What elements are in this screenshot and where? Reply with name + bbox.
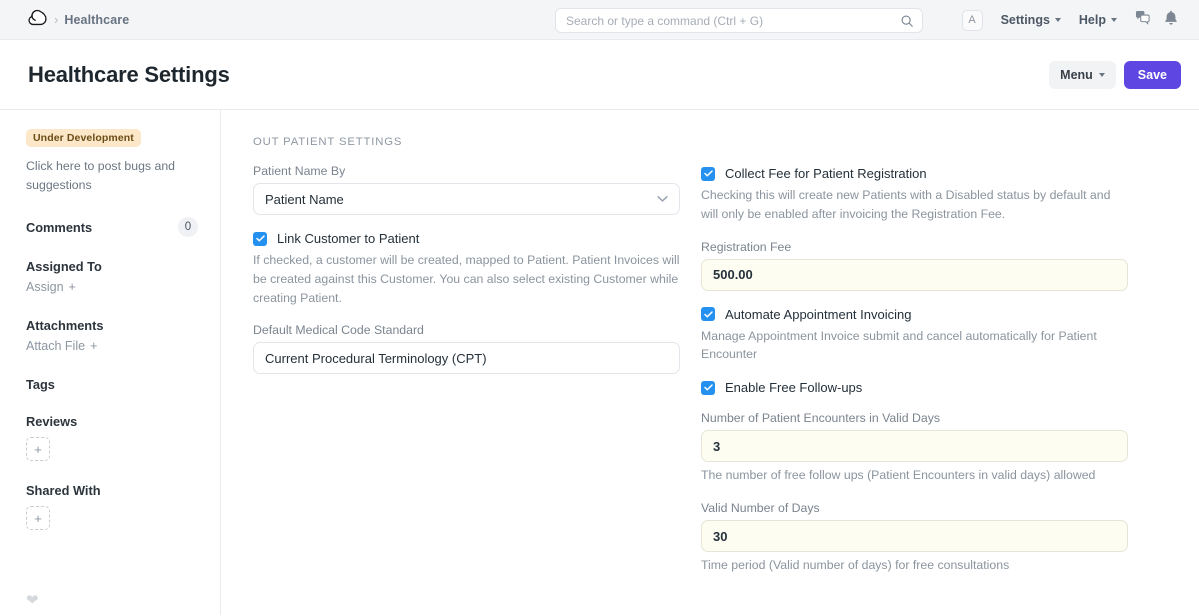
reviews-label: Reviews xyxy=(26,414,198,429)
top-navbar: › Healthcare A Settings Help xyxy=(0,0,1199,40)
breadcrumb-separator-icon: › xyxy=(54,13,58,26)
help-dropdown[interactable]: Help xyxy=(1073,9,1123,31)
encounters-label: Number of Patient Encounters in Valid Da… xyxy=(701,411,1128,425)
link-customer-label: Link Customer to Patient xyxy=(277,231,419,246)
chat-button[interactable] xyxy=(1129,6,1157,34)
sidebar-section-shared-with: Shared With + xyxy=(26,483,198,530)
assign-button[interactable]: Assign + xyxy=(26,280,76,294)
tags-label: Tags xyxy=(26,377,198,392)
patient-name-by-select-wrap: Patient Name xyxy=(253,183,680,215)
page-title: Healthcare Settings xyxy=(28,62,230,88)
sidebar: Under Development Click here to post bug… xyxy=(0,110,221,615)
link-customer-check-row[interactable]: Link Customer to Patient xyxy=(253,231,680,246)
form-column-right: Collect Fee for Patient Registration Che… xyxy=(701,164,1128,591)
medical-code-input[interactable]: Current Procedural Terminology (CPT) xyxy=(253,342,680,374)
navbar-left: › Healthcare xyxy=(22,6,129,34)
chevron-down-icon xyxy=(1055,18,1061,22)
registration-fee-label: Registration Fee xyxy=(701,240,1128,254)
help-label: Help xyxy=(1079,13,1106,27)
automate-invoicing-help-text: Manage Appointment Invoice submit and ca… xyxy=(701,327,1128,365)
breadcrumb-healthcare[interactable]: Healthcare xyxy=(64,13,129,27)
field-patient-encounters: Number of Patient Encounters in Valid Da… xyxy=(701,411,1128,485)
form-column-left: Patient Name By Patient Name xyxy=(253,164,680,591)
valid-days-help-text: Time period (Valid number of days) for f… xyxy=(701,556,1128,575)
encounters-input[interactable]: 3 xyxy=(701,430,1128,462)
patient-name-by-select[interactable]: Patient Name xyxy=(253,183,680,215)
form-columns: Patient Name By Patient Name xyxy=(253,164,1149,591)
heart-icon[interactable]: ❤ xyxy=(26,591,39,609)
add-shared-user-button[interactable]: + xyxy=(26,506,50,530)
medical-code-label: Default Medical Code Standard xyxy=(253,323,680,337)
automate-invoicing-label: Automate Appointment Invoicing xyxy=(725,307,911,322)
menu-button-label: Menu xyxy=(1060,68,1093,82)
registration-fee-input[interactable]: 500.00 xyxy=(701,259,1128,291)
global-search xyxy=(555,8,923,33)
comments-count-badge: 0 xyxy=(178,217,198,237)
menu-button[interactable]: Menu xyxy=(1049,61,1116,89)
encounters-help-text: The number of free follow ups (Patient E… xyxy=(701,466,1128,485)
search-box[interactable] xyxy=(555,8,923,33)
collect-fee-check-row[interactable]: Collect Fee for Patient Registration xyxy=(701,166,1128,181)
field-patient-name-by: Patient Name By Patient Name xyxy=(253,164,680,215)
bell-icon xyxy=(1164,10,1178,31)
sidebar-section-attachments: Attachments Attach File + xyxy=(26,318,198,355)
page-body: Under Development Click here to post bug… xyxy=(0,110,1199,615)
free-followups-check-row[interactable]: Enable Free Follow-ups xyxy=(701,380,1128,395)
search-icon[interactable] xyxy=(900,14,914,28)
link-customer-checkbox[interactable] xyxy=(253,232,267,246)
automate-invoicing-check-row[interactable]: Automate Appointment Invoicing xyxy=(701,307,1128,322)
chevron-down-icon xyxy=(1099,73,1105,77)
collect-fee-checkbox[interactable] xyxy=(701,167,715,181)
free-followups-label: Enable Free Follow-ups xyxy=(725,380,862,395)
free-followups-checkbox[interactable] xyxy=(701,381,715,395)
attach-file-label: Attach File xyxy=(26,339,85,353)
patient-name-by-label: Patient Name By xyxy=(253,164,680,178)
app-logo-button[interactable] xyxy=(22,6,50,34)
field-valid-number-of-days: Valid Number of Days 30 Time period (Val… xyxy=(701,501,1128,575)
comments-label: Comments xyxy=(26,220,92,235)
sidebar-section-tags: Tags xyxy=(26,377,198,392)
field-default-medical-code-standard: Default Medical Code Standard Current Pr… xyxy=(253,323,680,374)
page-actions: Menu Save xyxy=(1049,61,1181,89)
field-link-customer-to-patient: Link Customer to Patient If checked, a c… xyxy=(253,231,680,307)
search-input[interactable] xyxy=(566,14,900,28)
sidebar-section-reviews: Reviews + xyxy=(26,414,198,461)
valid-days-label: Valid Number of Days xyxy=(701,501,1128,515)
collect-fee-help-text: Checking this will create new Patients w… xyxy=(701,186,1128,224)
settings-form: OUT PATIENT SETTINGS Patient Name By Pat… xyxy=(221,110,1199,615)
avatar[interactable]: A xyxy=(962,10,983,31)
assigned-to-label: Assigned To xyxy=(26,259,198,274)
status-badge: Under Development xyxy=(26,129,141,147)
attach-file-button[interactable]: Attach File + xyxy=(26,339,97,353)
settings-label: Settings xyxy=(1001,13,1050,27)
valid-days-input[interactable]: 30 xyxy=(701,520,1128,552)
navbar-right: A Settings Help xyxy=(962,0,1185,40)
save-button[interactable]: Save xyxy=(1124,61,1181,89)
link-customer-help-text: If checked, a customer will be created, … xyxy=(253,251,680,307)
field-enable-free-followups: Enable Free Follow-ups xyxy=(701,380,1128,395)
field-registration-fee: Registration Fee 500.00 xyxy=(701,240,1128,291)
plus-icon: + xyxy=(90,339,97,353)
sidebar-section-comments: Comments 0 xyxy=(26,217,198,237)
sidebar-item-comments[interactable]: Comments 0 xyxy=(26,217,198,237)
add-review-button[interactable]: + xyxy=(26,437,50,461)
field-automate-appointment-invoicing: Automate Appointment Invoicing Manage Ap… xyxy=(701,307,1128,365)
chat-bubbles-icon xyxy=(1135,10,1151,30)
automate-invoicing-checkbox[interactable] xyxy=(701,307,715,321)
field-collect-fee: Collect Fee for Patient Registration Che… xyxy=(701,166,1128,224)
shared-with-label: Shared With xyxy=(26,483,198,498)
notifications-button[interactable] xyxy=(1157,6,1185,34)
settings-dropdown[interactable]: Settings xyxy=(995,9,1067,31)
cloud-logo-icon xyxy=(26,8,47,31)
section-title-out-patient: OUT PATIENT SETTINGS xyxy=(253,136,1149,148)
sidebar-bug-note[interactable]: Click here to post bugs and suggestions xyxy=(26,157,198,195)
collect-fee-label: Collect Fee for Patient Registration xyxy=(725,166,927,181)
page-header: Healthcare Settings Menu Save xyxy=(0,40,1199,110)
sidebar-section-assigned-to: Assigned To Assign + xyxy=(26,259,198,296)
chevron-down-icon xyxy=(1111,18,1117,22)
plus-icon: + xyxy=(69,280,76,294)
assign-label: Assign xyxy=(26,280,64,294)
attachments-label: Attachments xyxy=(26,318,198,333)
